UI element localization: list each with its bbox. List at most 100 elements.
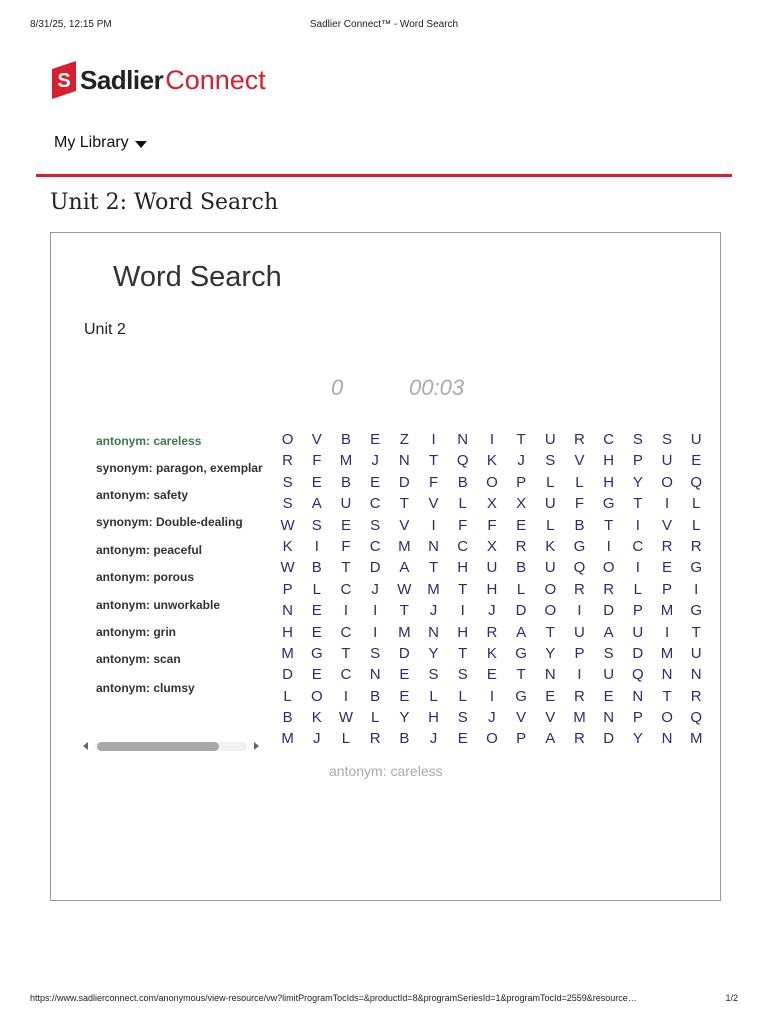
grid-letter-cell[interactable]: F (302, 450, 331, 471)
grid-letter-cell[interactable]: R (652, 536, 681, 557)
grid-letter-cell[interactable]: E (477, 664, 506, 685)
grid-letter-cell[interactable]: B (302, 557, 331, 578)
grid-letter-cell[interactable]: T (652, 686, 681, 707)
grid-letter-cell[interactable]: O (536, 579, 565, 600)
grid-letter-cell[interactable]: N (682, 664, 711, 685)
grid-letter-cell[interactable]: L (331, 728, 360, 749)
grid-letter-cell[interactable]: I (477, 429, 506, 450)
grid-letter-cell[interactable]: D (390, 643, 419, 664)
grid-letter-cell[interactable]: S (419, 664, 448, 685)
clue-item[interactable]: antonym: clumsy (96, 681, 195, 695)
grid-letter-cell[interactable]: D (273, 664, 302, 685)
grid-letter-cell[interactable]: E (302, 472, 331, 493)
grid-letter-cell[interactable]: H (419, 707, 448, 728)
clue-item[interactable]: synonym: paragon, exemplar (96, 461, 263, 475)
grid-letter-cell[interactable]: B (331, 429, 360, 450)
grid-letter-cell[interactable]: H (594, 450, 623, 471)
grid-letter-cell[interactable]: I (302, 536, 331, 557)
grid-letter-cell[interactable]: R (477, 622, 506, 643)
grid-letter-cell[interactable]: M (652, 600, 681, 621)
my-library-menu[interactable]: My Library (54, 134, 147, 152)
grid-letter-cell[interactable]: S (448, 707, 477, 728)
grid-letter-cell[interactable]: Q (682, 472, 711, 493)
clue-item[interactable]: synonym: Double-dealing (96, 515, 243, 529)
grid-letter-cell[interactable]: J (477, 707, 506, 728)
grid-letter-cell[interactable]: K (273, 536, 302, 557)
grid-letter-cell[interactable]: R (565, 429, 594, 450)
grid-letter-cell[interactable]: U (477, 557, 506, 578)
grid-letter-cell[interactable]: Y (623, 728, 652, 749)
grid-letter-cell[interactable]: D (390, 472, 419, 493)
grid-letter-cell[interactable]: V (536, 707, 565, 728)
grid-letter-cell[interactable]: C (448, 536, 477, 557)
grid-letter-cell[interactable]: I (623, 515, 652, 536)
grid-letter-cell[interactable]: I (419, 515, 448, 536)
grid-letter-cell[interactable]: O (477, 728, 506, 749)
grid-letter-cell[interactable]: I (565, 664, 594, 685)
grid-letter-cell[interactable]: P (623, 600, 652, 621)
grid-letter-cell[interactable]: H (448, 622, 477, 643)
grid-letter-cell[interactable]: Y (623, 472, 652, 493)
grid-letter-cell[interactable]: E (302, 664, 331, 685)
grid-letter-cell[interactable]: S (652, 429, 681, 450)
grid-letter-cell[interactable]: C (361, 493, 390, 514)
grid-letter-cell[interactable]: G (302, 643, 331, 664)
grid-letter-cell[interactable]: Q (565, 557, 594, 578)
grid-letter-cell[interactable]: O (652, 472, 681, 493)
grid-letter-cell[interactable]: I (682, 579, 711, 600)
grid-letter-cell[interactable]: M (273, 728, 302, 749)
grid-letter-cell[interactable]: J (302, 728, 331, 749)
clue-item[interactable]: antonym: porous (96, 570, 194, 584)
grid-letter-cell[interactable]: J (361, 579, 390, 600)
grid-letter-cell[interactable]: P (507, 728, 536, 749)
grid-letter-cell[interactable]: E (302, 622, 331, 643)
grid-letter-cell[interactable]: N (652, 664, 681, 685)
grid-letter-cell[interactable]: E (390, 686, 419, 707)
grid-letter-cell[interactable]: G (682, 600, 711, 621)
grid-letter-cell[interactable]: D (594, 600, 623, 621)
grid-letter-cell[interactable]: B (331, 472, 360, 493)
grid-letter-cell[interactable]: N (536, 664, 565, 685)
grid-letter-cell[interactable]: B (565, 515, 594, 536)
grid-letter-cell[interactable]: M (273, 643, 302, 664)
grid-letter-cell[interactable]: T (448, 643, 477, 664)
grid-letter-cell[interactable]: M (390, 622, 419, 643)
grid-letter-cell[interactable]: D (594, 728, 623, 749)
grid-letter-cell[interactable]: R (361, 728, 390, 749)
letter-grid[interactable]: OVBEZINITURCSSURFMJNTQKJSVHPUESEBEDFBOPL… (273, 429, 711, 750)
grid-letter-cell[interactable]: B (390, 728, 419, 749)
grid-letter-cell[interactable]: P (273, 579, 302, 600)
grid-letter-cell[interactable]: S (361, 515, 390, 536)
grid-letter-cell[interactable]: U (594, 664, 623, 685)
grid-letter-cell[interactable]: O (594, 557, 623, 578)
grid-letter-cell[interactable]: P (623, 450, 652, 471)
grid-letter-cell[interactable]: I (331, 686, 360, 707)
grid-letter-cell[interactable]: W (273, 557, 302, 578)
grid-letter-cell[interactable]: N (419, 622, 448, 643)
grid-letter-cell[interactable]: U (536, 557, 565, 578)
grid-letter-cell[interactable]: E (594, 686, 623, 707)
scrollbar-thumb[interactable] (97, 742, 219, 751)
grid-letter-cell[interactable]: T (419, 557, 448, 578)
grid-letter-cell[interactable]: U (331, 493, 360, 514)
grid-letter-cell[interactable]: T (594, 515, 623, 536)
grid-letter-cell[interactable]: U (682, 643, 711, 664)
clue-item[interactable]: antonym: peaceful (96, 543, 202, 557)
grid-letter-cell[interactable]: L (507, 579, 536, 600)
grid-letter-cell[interactable]: O (652, 707, 681, 728)
grid-letter-cell[interactable]: T (507, 429, 536, 450)
grid-letter-cell[interactable]: M (652, 643, 681, 664)
grid-letter-cell[interactable]: E (361, 429, 390, 450)
grid-letter-cell[interactable]: I (331, 600, 360, 621)
grid-letter-cell[interactable]: F (419, 472, 448, 493)
grid-letter-cell[interactable]: I (623, 557, 652, 578)
grid-letter-cell[interactable]: E (652, 557, 681, 578)
grid-letter-cell[interactable]: S (273, 493, 302, 514)
grid-letter-cell[interactable]: X (507, 493, 536, 514)
grid-letter-cell[interactable]: F (565, 493, 594, 514)
grid-letter-cell[interactable]: O (536, 600, 565, 621)
grid-letter-cell[interactable]: T (682, 622, 711, 643)
grid-letter-cell[interactable]: T (331, 557, 360, 578)
grid-letter-cell[interactable]: X (477, 536, 506, 557)
grid-letter-cell[interactable]: A (390, 557, 419, 578)
